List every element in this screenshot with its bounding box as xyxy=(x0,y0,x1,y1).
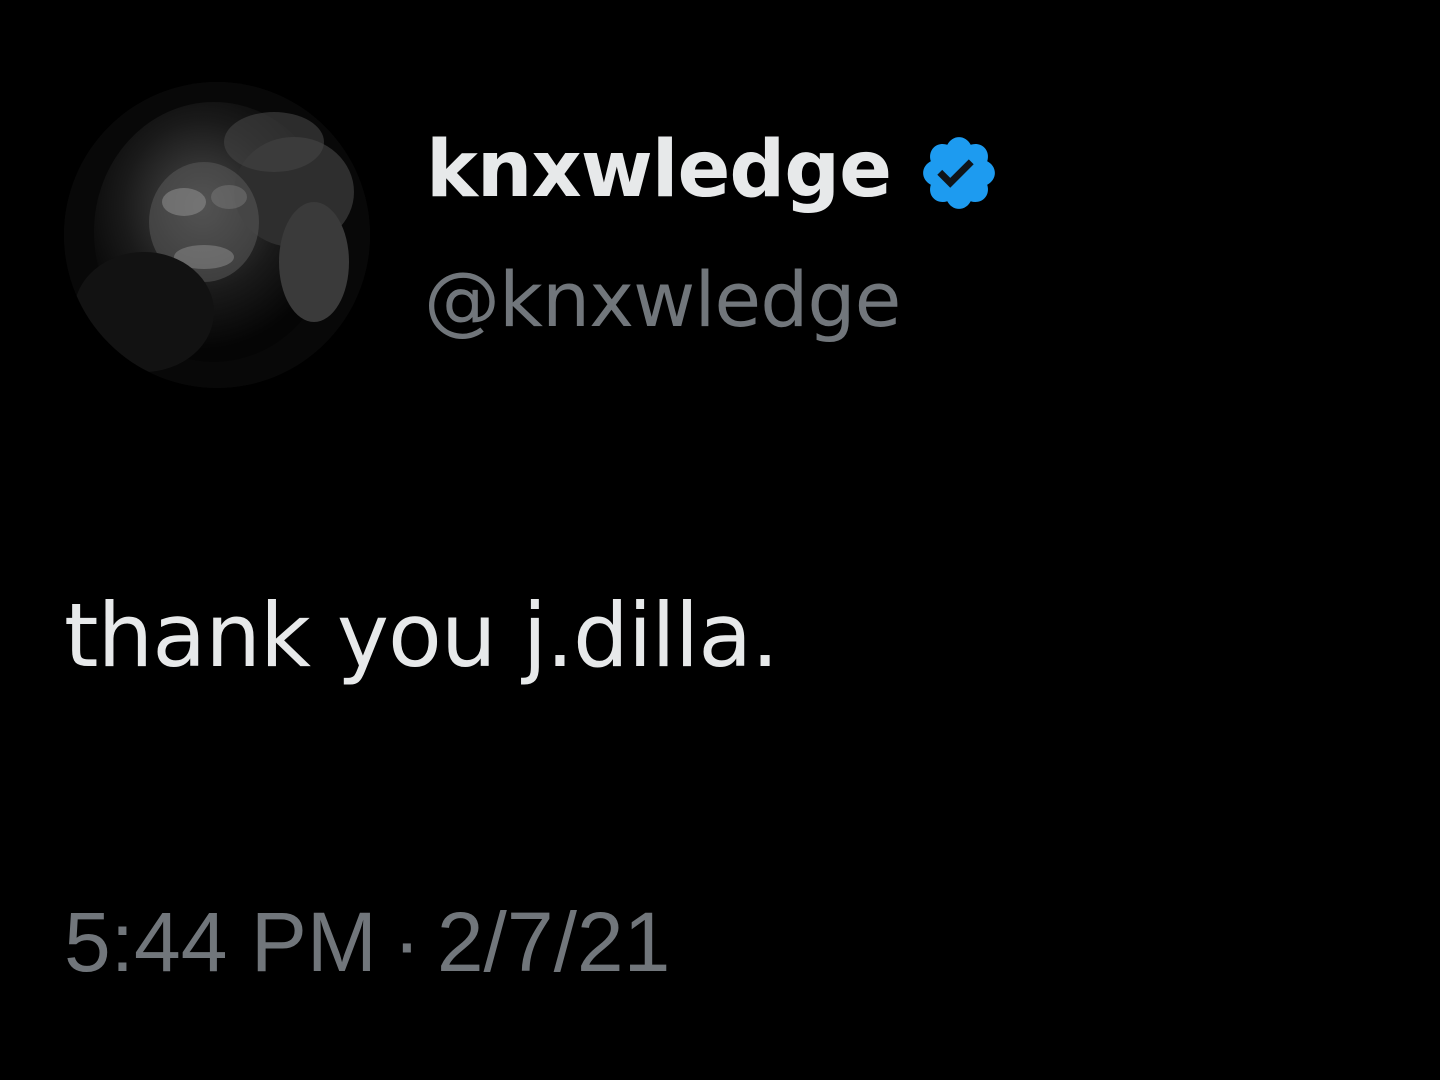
avatar-image xyxy=(64,82,370,388)
meta-separator: · xyxy=(392,895,421,989)
author-name-row: knxwledge xyxy=(426,120,1001,220)
tweet-timestamp[interactable]: 5:44 PM · 2/7/21 xyxy=(64,900,670,984)
author-handle[interactable]: @knxwledge xyxy=(424,262,901,338)
author-display-name[interactable]: knxwledge xyxy=(426,131,892,209)
tweet-date: 2/7/21 xyxy=(436,895,671,989)
tweet-card: knxwledge @knxwledge thank you j.dilla. … xyxy=(0,0,1440,1080)
tweet-time: 5:44 PM xyxy=(64,895,377,989)
avatar[interactable] xyxy=(64,82,370,388)
verified-badge-icon[interactable] xyxy=(917,131,1001,215)
tweet-text: thank you j.dilla. xyxy=(64,584,779,687)
